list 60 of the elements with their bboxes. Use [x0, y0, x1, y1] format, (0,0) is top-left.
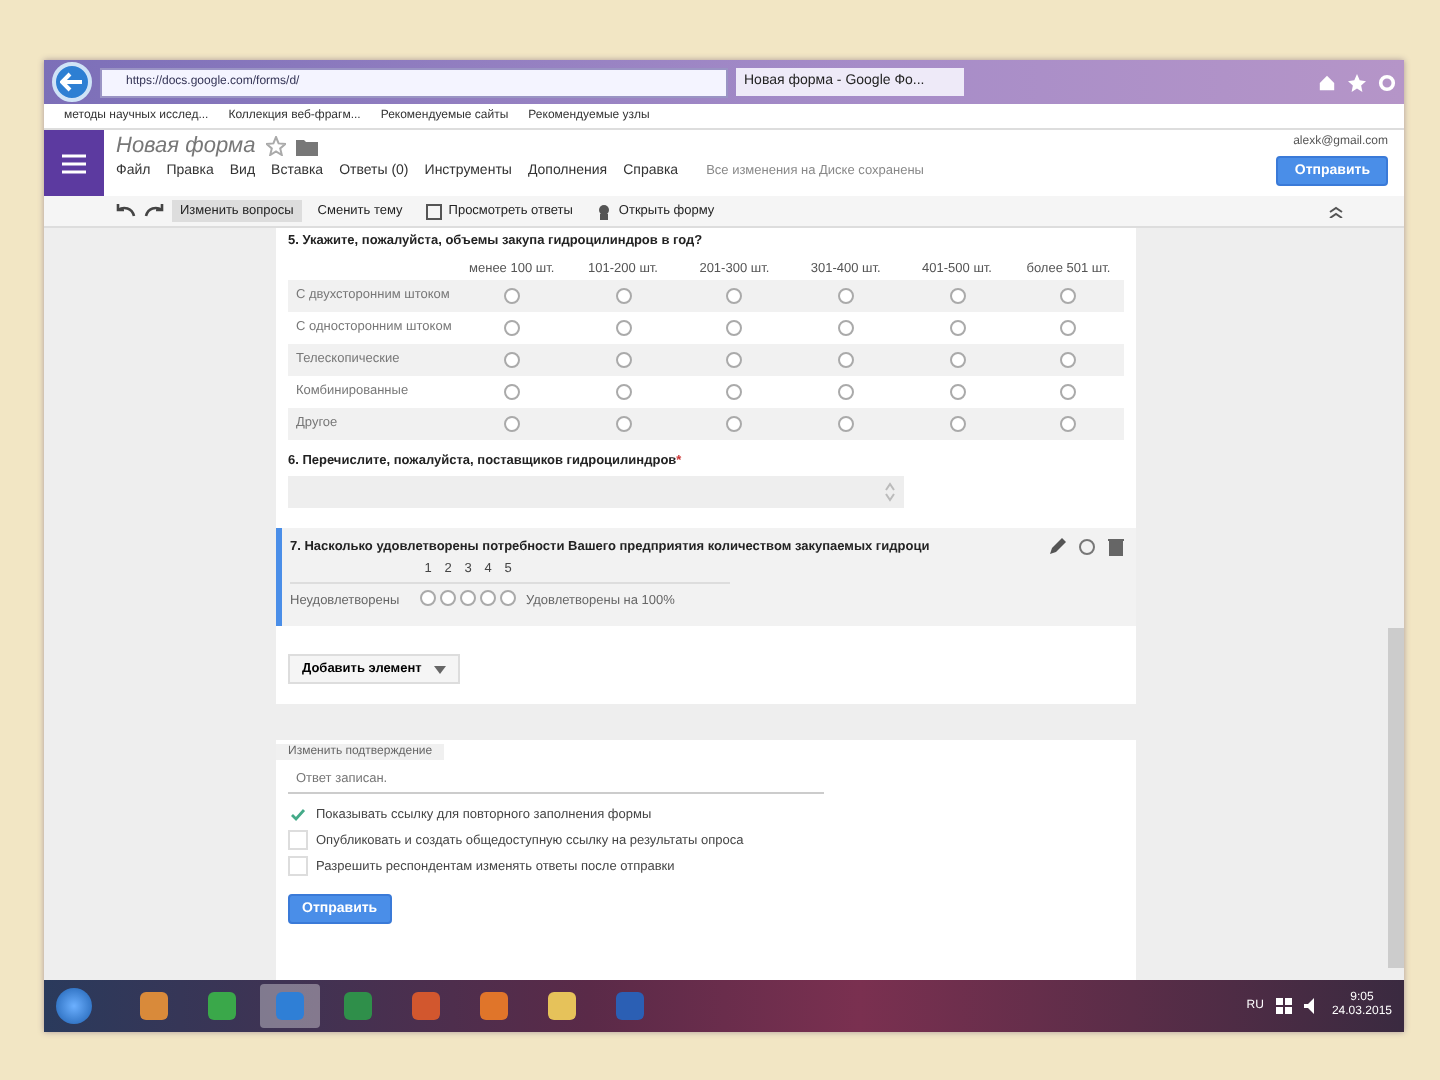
radio-button[interactable] [726, 288, 743, 304]
radio-button[interactable] [615, 288, 631, 304]
radio-button[interactable] [837, 320, 854, 336]
radio-button[interactable] [480, 590, 496, 606]
radio-button[interactable] [726, 416, 743, 432]
folder-icon[interactable] [295, 137, 318, 155]
radio-button[interactable] [1060, 288, 1077, 304]
radio-button[interactable] [1060, 320, 1077, 336]
radio-button[interactable] [837, 384, 854, 400]
radio-button[interactable] [503, 320, 520, 336]
menu-icon [62, 153, 86, 173]
radio-button[interactable] [949, 384, 966, 400]
radio-button[interactable] [440, 590, 456, 606]
radio-button[interactable] [726, 352, 743, 368]
radio-button[interactable] [1060, 416, 1077, 432]
caret-icon [433, 665, 446, 673]
radio-button[interactable] [949, 320, 966, 336]
radio-button[interactable] [1060, 352, 1077, 368]
radio-button[interactable] [726, 384, 743, 400]
flag-icon[interactable] [1275, 998, 1292, 1014]
collapse-icon[interactable] [1328, 205, 1344, 217]
trash-icon[interactable] [1108, 538, 1124, 556]
radio-button[interactable] [615, 320, 631, 336]
menu-button[interactable] [44, 130, 104, 196]
scrollbar[interactable] [1388, 628, 1404, 968]
home-icon[interactable] [1318, 73, 1336, 91]
settings-icon[interactable] [1378, 73, 1396, 91]
radio-button[interactable] [837, 352, 854, 368]
radio-button[interactable] [460, 590, 476, 606]
checkbox[interactable] [288, 856, 308, 876]
star-icon[interactable] [265, 136, 286, 156]
radio-button[interactable] [503, 288, 520, 304]
radio-button[interactable] [615, 416, 631, 432]
radio-button[interactable] [1060, 384, 1077, 400]
form-title[interactable]: Новая форма [116, 134, 256, 158]
radio-button[interactable] [615, 352, 631, 368]
radio-button[interactable] [503, 416, 520, 432]
copy-icon[interactable] [1078, 538, 1096, 556]
radio-button[interactable] [726, 320, 743, 336]
radio-button[interactable] [503, 384, 520, 400]
redo-icon[interactable] [144, 204, 164, 218]
person-icon [596, 203, 613, 219]
start-button[interactable] [56, 988, 92, 1024]
radio-button[interactable] [949, 352, 966, 368]
radio-button[interactable] [949, 416, 966, 432]
radio-button[interactable] [615, 384, 631, 400]
radio-button[interactable] [949, 288, 966, 304]
radio-button[interactable] [500, 590, 516, 606]
radio-button[interactable] [837, 416, 854, 432]
checkbox[interactable] [288, 830, 308, 850]
arrow-left-icon [60, 72, 84, 92]
radio-button[interactable] [837, 288, 854, 304]
undo-icon[interactable] [116, 204, 136, 218]
square-icon [426, 203, 443, 219]
star-icon[interactable] [1348, 73, 1366, 91]
radio-button[interactable] [503, 352, 520, 368]
radio-button[interactable] [420, 590, 436, 606]
pencil-icon[interactable] [1048, 538, 1066, 556]
back-button[interactable] [52, 62, 92, 102]
volume-icon[interactable] [1303, 998, 1320, 1014]
